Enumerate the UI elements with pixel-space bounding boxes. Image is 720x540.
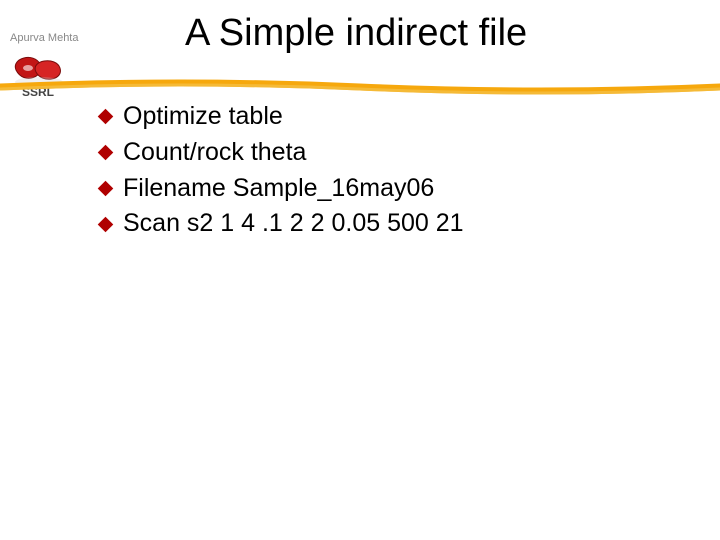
slide: Apurva Mehta SSRL A Simple indirect file… xyxy=(0,0,720,540)
list-item: Filename Sample_16may06 xyxy=(100,172,464,206)
bullet-icon xyxy=(98,109,114,125)
bullet-list: Optimize table Count/rock theta Filename… xyxy=(100,100,464,243)
list-item: Scan s2 1 4 .1 2 2 0.05 500 21 xyxy=(100,207,464,241)
bullet-icon xyxy=(98,181,114,197)
bullet-text: Scan s2 1 4 .1 2 2 0.05 500 21 xyxy=(123,207,464,241)
title-underline xyxy=(0,78,720,96)
bullet-icon xyxy=(98,216,114,232)
list-item: Optimize table xyxy=(100,100,464,134)
author-label: Apurva Mehta xyxy=(10,32,78,44)
bullet-text: Optimize table xyxy=(123,100,283,134)
page-title: A Simple indirect file xyxy=(185,12,527,55)
bullet-text: Count/rock theta xyxy=(123,136,306,170)
bullet-text: Filename Sample_16may06 xyxy=(123,172,434,206)
list-item: Count/rock theta xyxy=(100,136,464,170)
bullet-icon xyxy=(98,145,114,161)
